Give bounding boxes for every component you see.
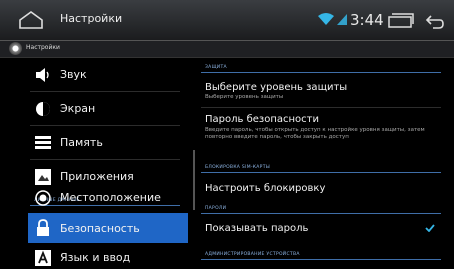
menu-item-label: Местоположение xyxy=(60,191,161,204)
clock: 3:44 xyxy=(350,11,384,29)
settings-menu: Звук Экран Память Приложения ЛИЧНЫЕ ДАНН… xyxy=(0,58,188,269)
menu-item-label: Память xyxy=(60,136,103,149)
menu-item-label: Язык и ввод xyxy=(60,251,131,264)
section-header-device-admin: АДМИНИСТРИРОВАНИЕ УСТРОЙСТВА xyxy=(205,252,300,257)
section-divider xyxy=(201,259,441,260)
status-bar: Настройки 3:44 xyxy=(0,0,454,41)
menu-item-label: Звук xyxy=(60,68,87,81)
setting-screen-lock[interactable]: Выберите уровень защиты Выберите уровень… xyxy=(189,73,454,106)
home-icon[interactable] xyxy=(18,9,44,31)
location-icon xyxy=(35,190,51,206)
setting-summary: Выберите уровень защиты xyxy=(205,94,284,100)
settings-app-icon xyxy=(9,42,22,55)
keyboard-icon xyxy=(35,250,51,266)
signal-icon xyxy=(337,14,347,25)
settings-screen: Настройки 3:44 Настройки Звук Экран Памя… xyxy=(0,0,454,269)
setting-password[interactable]: Пароль безопасности Введите пароль, чтоб… xyxy=(189,108,454,164)
back-icon[interactable] xyxy=(424,11,444,29)
brightness-icon xyxy=(36,102,50,116)
setting-title: Пароль безопасности xyxy=(205,114,319,125)
menu-item-location[interactable]: Местоположение xyxy=(0,182,188,212)
setting-summary: Введите пароль, чтобы открыть доступ к н… xyxy=(205,127,425,140)
app-bar-title: Настройки xyxy=(26,44,60,51)
speaker-icon xyxy=(36,68,49,82)
setting-title: Выберите уровень защиты xyxy=(205,82,348,93)
setting-show-password[interactable]: Показывать пароль xyxy=(189,214,454,242)
menu-item-storage[interactable]: Память xyxy=(0,126,188,160)
checkmark-icon[interactable] xyxy=(425,224,435,232)
section-header-passwords: ПАРОЛИ xyxy=(205,206,227,211)
setting-title: Показывать пароль xyxy=(205,223,309,234)
app-bar: Настройки xyxy=(0,41,454,58)
setting-title: Настроить блокировку xyxy=(205,183,326,194)
recent-apps-icon[interactable] xyxy=(388,12,414,28)
menu-item-sound[interactable]: Звук xyxy=(0,58,188,92)
menu-item-label: Экран xyxy=(60,102,96,115)
menu-item-language[interactable]: Язык и ввод xyxy=(0,244,188,269)
menu-item-label: Безопасность xyxy=(60,222,140,235)
section-header-protection: ЗАЩИТА xyxy=(205,65,227,70)
wifi-icon xyxy=(318,13,334,25)
lock-icon xyxy=(37,219,49,236)
storage-icon xyxy=(35,136,51,149)
setting-sim-lock[interactable]: Настроить блокировку xyxy=(189,173,454,202)
menu-item-display[interactable]: Экран xyxy=(0,92,188,126)
status-bar-title: Настройки xyxy=(60,12,123,25)
section-header-sim-lock: БЛОКИРОВКА SIM-КАРТЫ xyxy=(205,165,271,170)
security-settings-pane: ЗАЩИТА Выберите уровень защиты Выберите … xyxy=(189,58,454,269)
menu-item-security[interactable]: Безопасность xyxy=(28,213,188,243)
